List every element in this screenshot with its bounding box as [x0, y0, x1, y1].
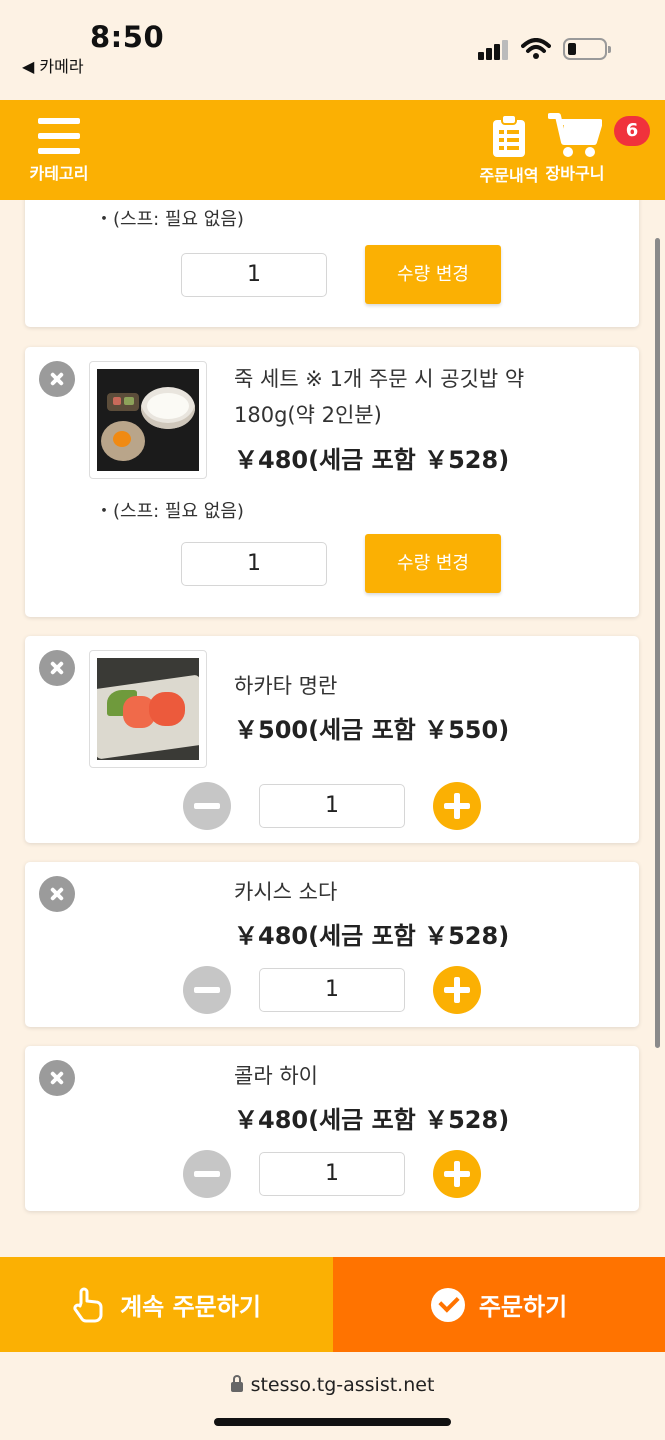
increase-quantity-button[interactable]	[433, 966, 481, 1014]
item-price: ￥480(세금 포함 ￥528)	[234, 922, 510, 950]
check-circle-icon	[430, 1287, 465, 1322]
remove-item-icon[interactable]	[39, 650, 75, 686]
cart-item-card: 콜라 하이 ￥480(세금 포함 ￥528) 1	[25, 1046, 639, 1211]
url-text: stesso.tg-assist.net	[250, 1374, 435, 1396]
cart-count-badge: 6	[614, 116, 650, 146]
rice-porridge-set-photo	[97, 369, 199, 471]
quantity-input[interactable]: 1	[181, 253, 327, 297]
item-price: ￥480(세금 포함 ￥528)	[234, 446, 510, 474]
mentaiko-photo	[97, 658, 199, 760]
quantity-input[interactable]: 1	[259, 784, 405, 828]
scrollbar[interactable]	[655, 238, 660, 1048]
browser-address-bar[interactable]: stesso.tg-assist.net	[0, 1352, 665, 1440]
cart-item-card: 하카타 명란 ￥500(세금 포함 ￥550) 1	[25, 636, 639, 843]
order-history-label: 주문내역	[479, 166, 539, 185]
wifi-icon	[521, 38, 551, 59]
back-to-app-link[interactable]: ◀ 카메라	[22, 53, 84, 77]
pointing-hand-icon	[73, 1287, 103, 1322]
category-button[interactable]: 카테고리	[24, 118, 94, 184]
remove-item-icon[interactable]	[39, 1060, 75, 1096]
item-name: 카시스 소다	[234, 880, 338, 904]
clipboard-icon	[493, 114, 525, 157]
cart-item-card: ・(스프: 필요 없음) 1 수량 변경	[25, 200, 639, 327]
status-time: 8:50	[90, 20, 165, 54]
decrease-quantity-button[interactable]	[183, 782, 231, 830]
item-name: 콜라 하이	[234, 1064, 318, 1088]
cart-button[interactable]: 장바구니	[540, 112, 610, 184]
item-thumbnail	[89, 361, 207, 479]
item-name: 하카타 명란	[234, 674, 338, 698]
cart-list: ・(스프: 필요 없음) 1 수량 변경 죽 세트 ※ 1개 주문 시 공깃밥 …	[0, 200, 665, 1257]
item-option-text: ・(스프: 필요 없음)	[95, 209, 244, 230]
place-order-button[interactable]: 주문하기	[333, 1257, 665, 1352]
hamburger-menu-icon	[38, 118, 80, 154]
place-order-label: 주문하기	[478, 1293, 568, 1321]
remove-item-icon[interactable]	[39, 361, 75, 397]
change-quantity-button[interactable]: 수량 변경	[365, 245, 501, 304]
change-quantity-button[interactable]: 수량 변경	[365, 534, 501, 593]
item-name: 죽 세트 ※ 1개 주문 시 공깃밥 약 180g(약 2인분)	[234, 367, 525, 427]
cart-item-card: 카시스 소다 ￥480(세금 포함 ￥528) 1	[25, 862, 639, 1027]
item-price: ￥500(세금 포함 ￥550)	[234, 716, 510, 744]
order-history-button[interactable]: 주문내역	[474, 114, 544, 186]
continue-ordering-label: 계속 주문하기	[120, 1293, 261, 1321]
remove-item-icon[interactable]	[39, 876, 75, 912]
shopping-cart-icon	[548, 113, 602, 157]
home-indicator[interactable]	[214, 1418, 451, 1426]
app-header: 카테고리 주문내역 장바구니	[0, 100, 665, 200]
cellular-signal-icon	[478, 40, 510, 60]
increase-quantity-button[interactable]	[433, 782, 481, 830]
cart-label: 장바구니	[545, 164, 605, 183]
quantity-input[interactable]: 1	[181, 542, 327, 586]
battery-icon	[563, 38, 611, 60]
quantity-input[interactable]: 1	[259, 1152, 405, 1196]
quantity-input[interactable]: 1	[259, 968, 405, 1012]
category-label: 카테고리	[29, 164, 89, 183]
decrease-quantity-button[interactable]	[183, 966, 231, 1014]
item-option-text: ・(스프: 필요 없음)	[95, 501, 244, 522]
status-bar: 8:50 ◀ 카메라	[0, 0, 665, 100]
url-display[interactable]: stesso.tg-assist.net	[0, 1374, 665, 1396]
item-price: ￥480(세금 포함 ￥528)	[234, 1106, 510, 1134]
bottom-action-bar: 계속 주문하기 주문하기	[0, 1257, 665, 1352]
decrease-quantity-button[interactable]	[183, 1150, 231, 1198]
cart-item-card: 죽 세트 ※ 1개 주문 시 공깃밥 약 180g(약 2인분) ￥480(세금…	[25, 347, 639, 617]
continue-ordering-button[interactable]: 계속 주문하기	[0, 1257, 333, 1352]
increase-quantity-button[interactable]	[433, 1150, 481, 1198]
item-thumbnail	[89, 650, 207, 768]
lock-icon	[230, 1375, 243, 1392]
